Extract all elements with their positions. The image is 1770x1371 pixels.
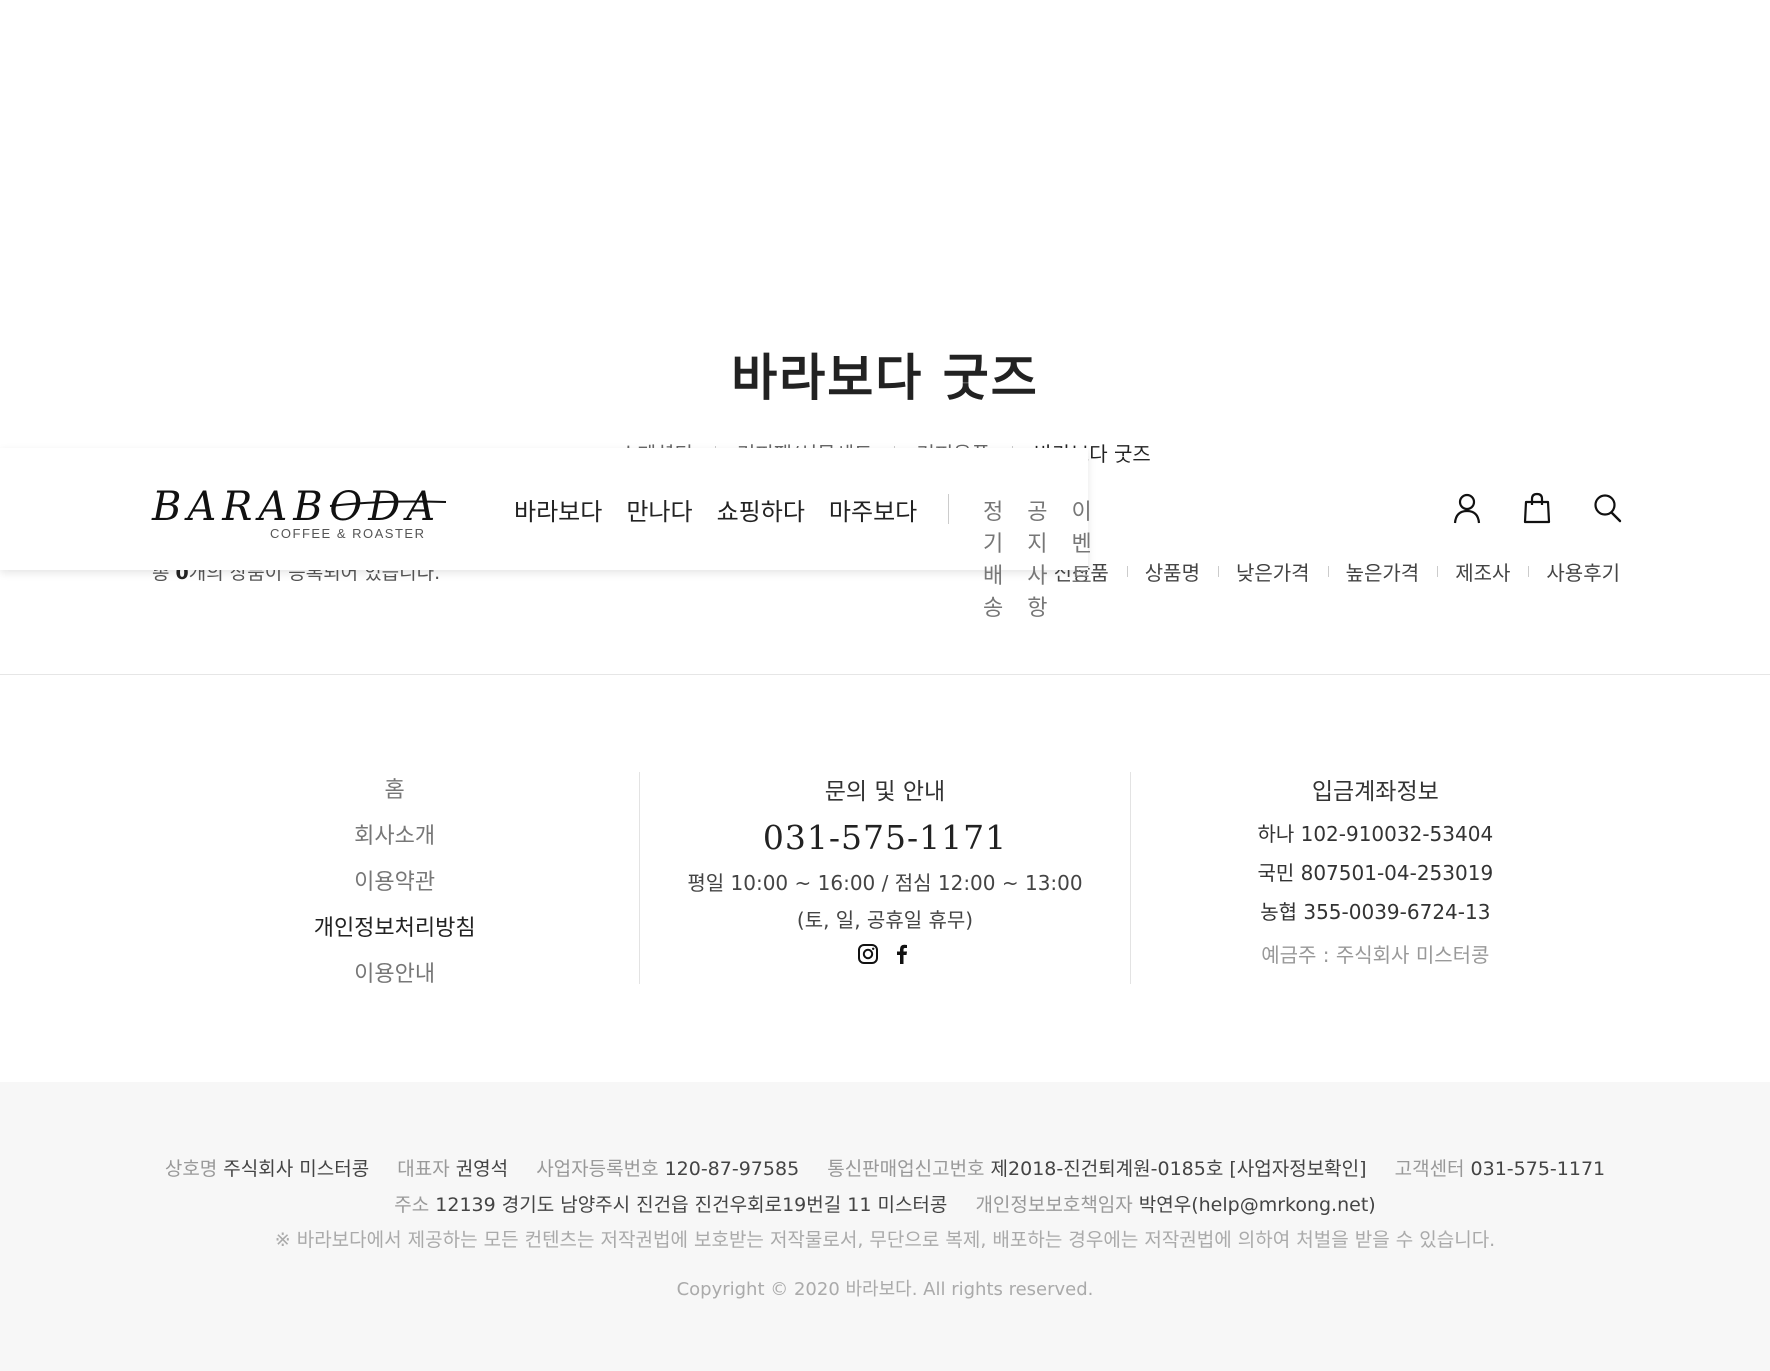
ceo-label: 대표자 (397, 1158, 450, 1180)
sub-nav: 정기배송 공지사항 이벤트 (983, 494, 1092, 622)
sort-low-price[interactable]: 낮은가격 (1217, 557, 1328, 586)
privacy-officer-label: 개인정보보호책임자 (975, 1194, 1133, 1216)
user-icon[interactable] (1452, 492, 1482, 524)
nav-shop[interactable]: 쇼핑하다 (717, 492, 805, 527)
footer-link-guide[interactable]: 이용안내 (150, 956, 639, 988)
footer-links-column: 홈 회사소개 이용약관 개인정보처리방침 이용안내 (150, 772, 639, 987)
privacy-officer: 박연우(help@mrkong.net) (1138, 1194, 1376, 1216)
mail-order-label: 통신판매업신고번호 (827, 1158, 985, 1180)
copyright-notice: ※ 바라보다에서 제공하는 모든 컨텐츠는 저작권법에 보호받는 저작물로서, … (274, 1229, 1496, 1251)
search-icon[interactable] (1592, 492, 1622, 524)
biz-number: 120-87-97585 (664, 1158, 800, 1180)
company-info-footer: 상호명 주식회사 미스터콩 대표자 권영석 사업자등록번호 120-87-97585 … (0, 1082, 1770, 1371)
instagram-icon[interactable] (857, 943, 879, 965)
bank-account-nonghyup: 농협 355-0039-6724-13 (1260, 900, 1491, 924)
contact-phone: 031-575-1171 (762, 818, 1008, 857)
address: 12139 경기도 남양주시 진건읍 진건우회로19번길 11 미스터콩 (435, 1194, 948, 1216)
footer-contact-column: 문의 및 안내 031-575-1171 평일 10:00 ~ 16:00 / … (639, 772, 1129, 984)
nav-baraboda[interactable]: 바라보다 (514, 492, 602, 527)
bank-account-kookmin: 국민 807501-04-253019 (1257, 861, 1494, 885)
nav-subscription[interactable]: 정기배송 (983, 494, 1003, 622)
nav-notice[interactable]: 공지사항 (1027, 494, 1047, 622)
page-title: 바라보다 굿즈 (731, 348, 1039, 407)
address-label: 주소 (394, 1194, 430, 1216)
footer-link-privacy[interactable]: 개인정보처리방침 (150, 910, 639, 942)
company-info-line-2: 주소 12139 경기도 남양주시 진건읍 진건우회로19번길 11 미스터콩 개… (0, 1190, 1770, 1217)
shopping-bag-icon[interactable] (1522, 492, 1552, 524)
contact-closed: (토, 일, 공휴일 휴무) (796, 908, 974, 932)
sort-bar: 신상품 상품명 낮은가격 높은가격 제조사 사용후기 (1036, 557, 1620, 586)
baraboda-logo[interactable]: BARABODA COFFEE & ROASTER (150, 480, 450, 542)
company-name-label: 상호명 (164, 1158, 218, 1180)
biz-number-label: 사업자등록번호 (536, 1158, 659, 1180)
footer-columns: 홈 회사소개 이용약관 개인정보처리방침 이용안내 문의 및 안내 031-57… (150, 772, 1620, 987)
svg-text:BARABODA: BARABODA (151, 484, 441, 530)
social-links (640, 943, 1129, 965)
bank-account-hana: 하나 102-910032-53404 (1257, 822, 1494, 846)
company-info-line-1: 상호명 주식회사 미스터콩 대표자 권영석 사업자등록번호 120-87-97585 … (0, 1154, 1770, 1181)
nav-meet[interactable]: 만나다 (626, 492, 692, 527)
header-icons (1452, 492, 1622, 524)
customer-center-phone: 031-575-1171 (1470, 1158, 1606, 1180)
company-name: 주식회사 미스터콩 (223, 1158, 370, 1180)
footer-bank-column: 입금계좌정보 하나 102-910032-53404 국민 807501-04-… (1129, 772, 1620, 984)
bank-title: 입금계좌정보 (1311, 779, 1439, 805)
copyright: Copyright © 2020 바라보다. All rights reserv… (676, 1279, 1094, 1300)
nav-divider (948, 494, 949, 524)
footer-link-about[interactable]: 회사소개 (150, 818, 639, 850)
content-divider (0, 674, 1770, 675)
svg-text:COFFEE & ROASTER: COFFEE & ROASTER (270, 526, 425, 541)
sort-high-price[interactable]: 높은가격 (1327, 557, 1438, 586)
sort-reviews[interactable]: 사용후기 (1528, 557, 1620, 586)
sort-name[interactable]: 상품명 (1126, 557, 1218, 586)
nav-event[interactable]: 이벤트 (1072, 494, 1092, 622)
contact-title: 문의 및 안내 (824, 779, 946, 805)
sticky-header: BARABODA COFFEE & ROASTER 바라보다 만나다 쇼핑하다 … (0, 448, 1092, 621)
main-nav: 바라보다 만나다 쇼핑하다 마주보다 (514, 492, 917, 527)
footer-link-terms[interactable]: 이용약관 (150, 864, 639, 896)
contact-hours: 평일 10:00 ~ 16:00 / 점심 12:00 ~ 13:00 (687, 871, 1083, 895)
customer-center-label: 고객센터 (1394, 1158, 1465, 1180)
facebook-icon[interactable] (891, 943, 913, 965)
nav-face[interactable]: 마주보다 (829, 492, 917, 527)
account-holder: 예금주 : 주식회사 미스터콩 (1261, 943, 1490, 967)
sort-maker[interactable]: 제조사 (1437, 557, 1528, 586)
mail-order-number[interactable]: 제2018-진건퇴계원-0185호 [사업자정보확인] (991, 1158, 1367, 1180)
ceo-name: 권영석 (455, 1158, 509, 1180)
footer-link-home[interactable]: 홈 (150, 772, 639, 804)
